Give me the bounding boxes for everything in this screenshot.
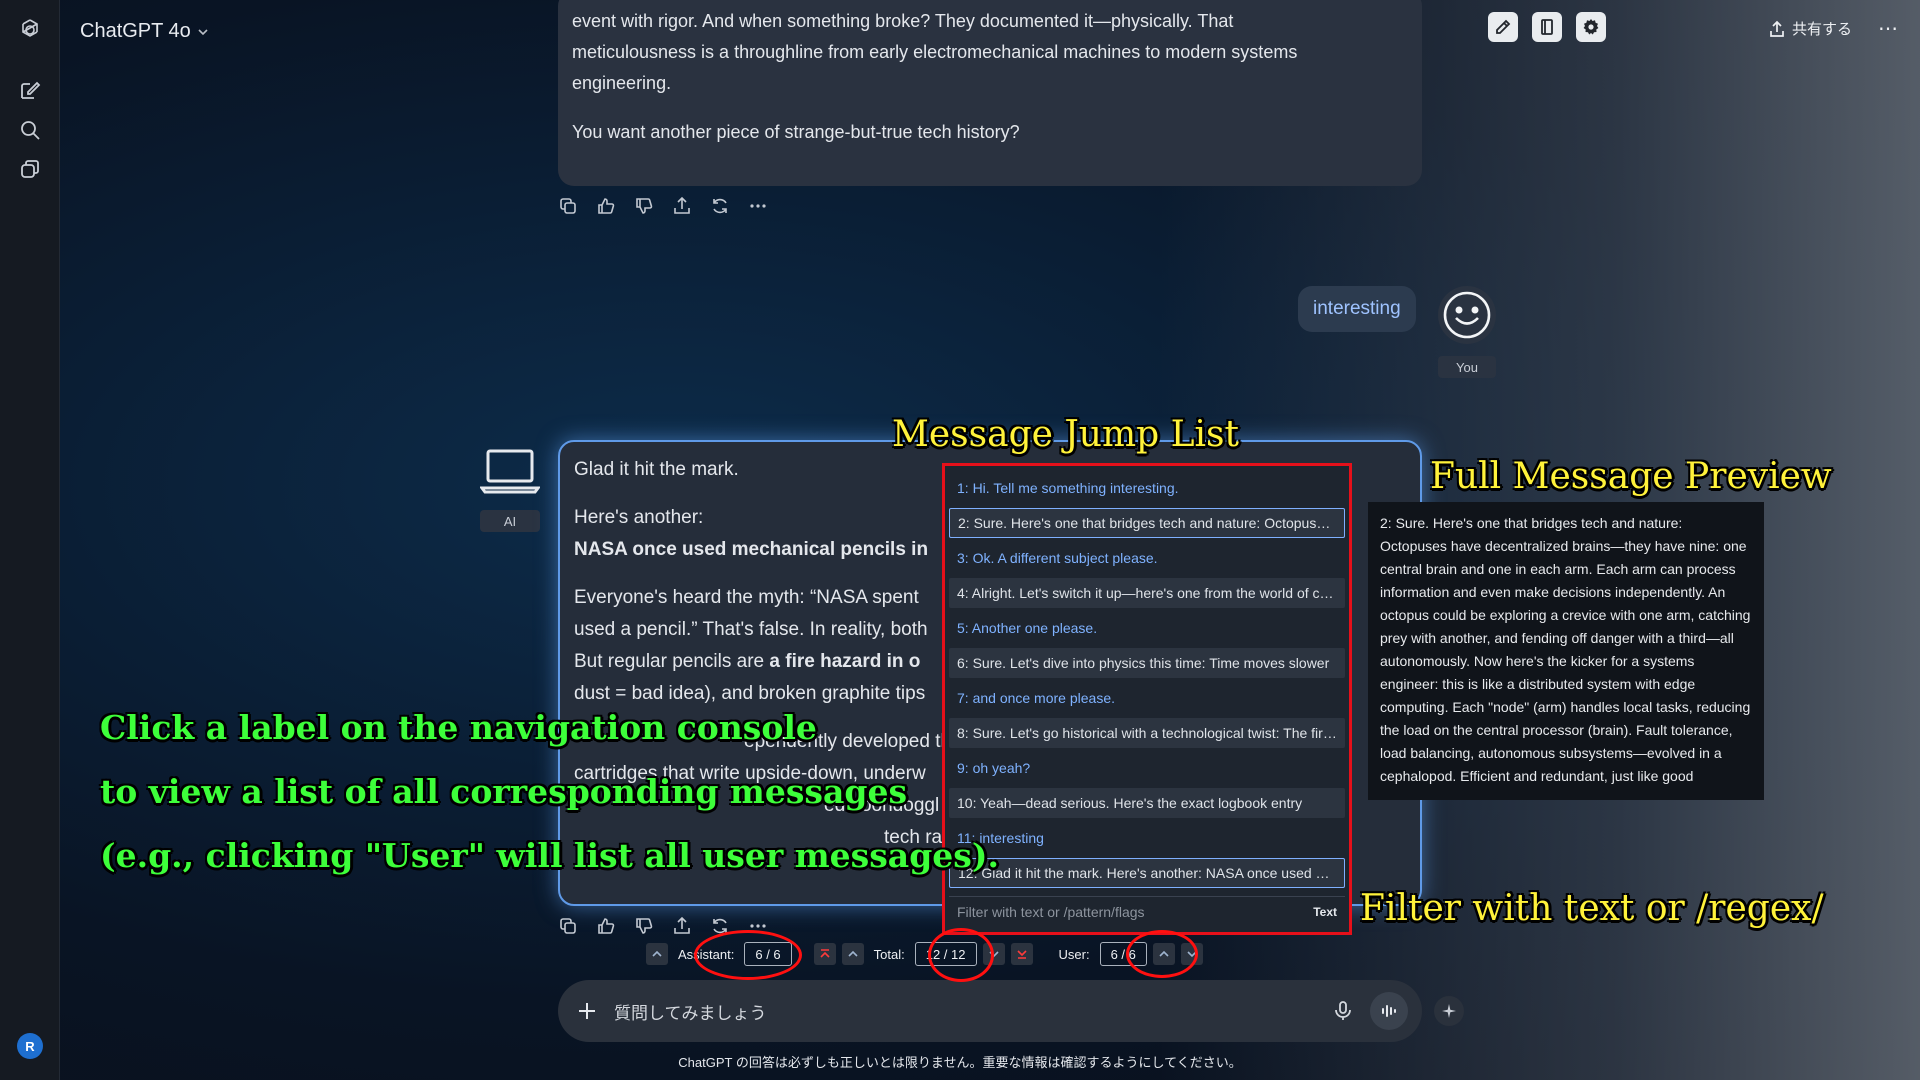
jump-item[interactable]: 3: Ok. A different subject please. — [949, 543, 1345, 573]
thumbs-down-icon[interactable] — [634, 916, 654, 936]
voice-mode-button[interactable] — [1370, 992, 1408, 1030]
new-chat-icon[interactable] — [18, 78, 42, 102]
message-jump-list: 1: Hi. Tell me something interesting. 2:… — [942, 463, 1352, 935]
plus-icon[interactable] — [576, 1000, 598, 1022]
jump-item[interactable]: 1: Hi. Tell me something interesting. — [949, 473, 1345, 503]
jump-item[interactable]: 8: Sure. Let's go historical with a tech… — [949, 718, 1345, 748]
jump-item[interactable]: 9: oh yeah? — [949, 753, 1345, 783]
user-label-button[interactable]: User: — [1055, 947, 1094, 962]
highlight-circle-total — [928, 928, 994, 982]
annotation-filter: Filter with text or /regex/ — [1360, 888, 1824, 929]
jump-item[interactable]: 2: Sure. Here's one that bridges tech an… — [949, 508, 1345, 538]
thumbs-down-icon[interactable] — [634, 196, 654, 216]
jump-item[interactable]: 6: Sure. Let's dive into physics this ti… — [949, 648, 1345, 678]
message-text: But regular pencils are — [574, 651, 770, 672]
message-paragraph: event with rigor. And when something bro… — [572, 6, 1408, 99]
user-avatar — [1438, 286, 1496, 344]
thumbs-up-icon[interactable] — [596, 916, 616, 936]
regenerate-icon[interactable] — [710, 196, 730, 216]
jump-item[interactable]: 4: Alright. Let's switch it up—here's on… — [949, 578, 1345, 608]
message-bold: a fire hazard in o — [769, 651, 921, 672]
annotation-help-line-1: Click a label on the navigation console — [100, 708, 817, 747]
jump-first-button[interactable] — [813, 943, 836, 965]
copy-icon[interactable] — [558, 196, 578, 216]
message-line: event with rigor. And when something bro… — [572, 11, 1234, 31]
more-dots-icon[interactable] — [748, 196, 768, 216]
more-options-button[interactable]: ⋯ — [1878, 16, 1899, 41]
chat-screen: R ChatGPT 4o 共有する ⋯ event with rigor. An… — [0, 0, 1920, 1080]
disclaimer-text: ChatGPT の回答は必ずしも正しいとは限りません。重要な情報は確認するように… — [678, 1055, 1242, 1070]
jump-item[interactable]: 10: Yeah—dead serious. Here's the exact … — [949, 788, 1345, 818]
user-message: interesting — [1298, 286, 1416, 332]
copy-icon[interactable] — [558, 916, 578, 936]
sparkle-icon — [1442, 1004, 1456, 1018]
jump-last-button[interactable] — [1010, 943, 1033, 965]
assistant-message-previous: event with rigor. And when something bro… — [558, 0, 1422, 186]
filter-placeholder: Filter with text or /pattern/flags — [957, 903, 1145, 920]
highlight-circle-assistant — [694, 930, 802, 980]
share-message-icon[interactable] — [672, 916, 692, 936]
openai-logo-icon[interactable] — [18, 18, 42, 42]
share-icon — [1770, 20, 1784, 37]
annotation-preview: Full Message Preview — [1430, 456, 1832, 497]
chevron-up-icon — [652, 950, 662, 957]
chevron-down-icon — [198, 28, 208, 35]
smiley-icon — [1443, 291, 1491, 339]
ai-label-badge: AI — [480, 510, 540, 532]
annotation-help-line-2: to view a list of all corresponding mess… — [100, 772, 908, 811]
message-line: engineering. — [572, 73, 672, 93]
settings-button[interactable] — [1576, 12, 1606, 42]
toolbar — [1488, 12, 1606, 42]
gear-icon — [1583, 19, 1599, 35]
share-button[interactable]: 共有する — [1768, 18, 1852, 39]
total-label-button[interactable]: Total: — [870, 947, 909, 962]
microphone-icon[interactable] — [1332, 1000, 1354, 1022]
filter-mode-toggle[interactable]: Text — [1313, 905, 1337, 919]
library-icon[interactable] — [18, 158, 42, 182]
double-chevron-up-icon — [820, 949, 830, 958]
jump-item[interactable]: 12: Glad it hit the mark. Here's another… — [949, 858, 1345, 888]
waveform-icon — [1382, 1005, 1396, 1017]
jump-item[interactable]: 5: Another one please. — [949, 613, 1345, 643]
laptop-icon — [480, 449, 540, 494]
book-icon — [1541, 19, 1553, 35]
model-selector[interactable]: ChatGPT 4o — [80, 20, 209, 43]
sidebar: R — [0, 0, 60, 1080]
highlight-circle-user — [1126, 930, 1198, 978]
share-label: 共有する — [1792, 21, 1853, 38]
message-paragraph: You want another piece of strange-but-tr… — [572, 122, 1020, 142]
assist-sparkle-button[interactable] — [1434, 996, 1464, 1026]
chevron-up-icon — [848, 950, 858, 957]
search-icon[interactable] — [18, 118, 42, 142]
message-actions — [558, 196, 768, 216]
jump-item[interactable]: 11: interesting — [949, 823, 1345, 853]
annotation-jump-list: Message Jump List — [892, 414, 1239, 455]
thumbs-up-icon[interactable] — [596, 196, 616, 216]
annotation-help-line-3: (e.g., clicking "User" will list all use… — [100, 836, 999, 875]
share-message-icon[interactable] — [672, 196, 692, 216]
user-label-badge: You — [1438, 356, 1496, 378]
model-name: ChatGPT 4o — [80, 20, 191, 42]
composer-placeholder: 質問してみましょう — [614, 1003, 767, 1023]
jump-item[interactable]: 7: and once more please. — [949, 683, 1345, 713]
double-chevron-down-icon — [1016, 950, 1027, 959]
bookmark-button[interactable] — [1532, 12, 1562, 42]
pencil-icon — [1496, 19, 1511, 34]
message-line: meticulousness is a throughline from ear… — [572, 42, 1298, 62]
chat-composer[interactable]: 質問してみましょう — [558, 980, 1422, 1042]
jump-filter-input[interactable]: Filter with text or /pattern/flags Text — [949, 896, 1345, 926]
message-preview-panel: 2: Sure. Here's one that bridges tech an… — [1368, 502, 1764, 800]
edit-button[interactable] — [1488, 12, 1518, 42]
total-prev-button[interactable] — [841, 943, 864, 965]
assistant-prev-button[interactable] — [646, 943, 668, 965]
